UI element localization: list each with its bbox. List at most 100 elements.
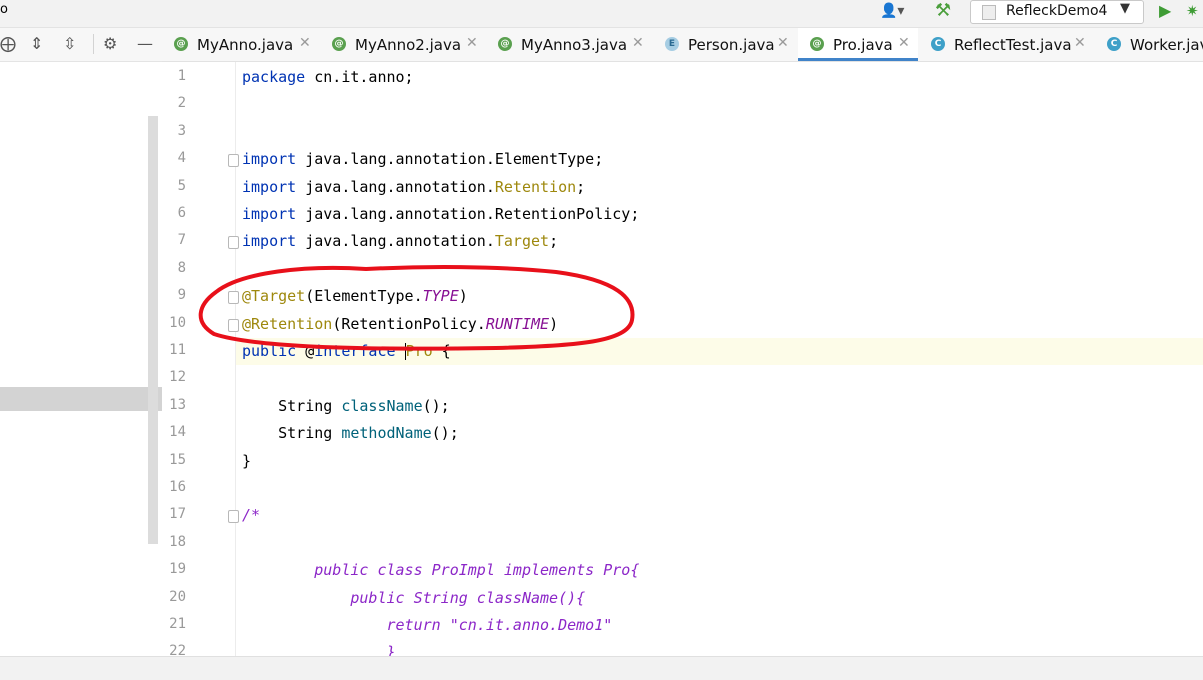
code-token: String xyxy=(242,396,342,415)
close-icon[interactable]: ✕ xyxy=(466,35,478,51)
code-token: ; xyxy=(576,177,586,196)
code-line: import java.lang.annotation.Target; xyxy=(242,228,558,255)
title-bar: o 👤▾ ⚒ RefleckDemo4 ▼ ▶ ✷ xyxy=(0,0,1203,28)
project-toolbar: ⨁ ⇕ ⇳ ⚙ — xyxy=(0,28,162,62)
line-number: 12 xyxy=(169,369,186,386)
class-icon: C xyxy=(1107,37,1121,51)
code-token: } xyxy=(242,643,396,656)
code-token: cn.it.anno; xyxy=(305,68,414,86)
close-icon[interactable]: ✕ xyxy=(299,35,311,51)
close-icon[interactable]: ✕ xyxy=(898,35,910,51)
code-line: } xyxy=(242,639,396,656)
code-line: package cn.it.anno; xyxy=(242,64,414,91)
window-title-fragment: o xyxy=(0,2,8,17)
line-number: 14 xyxy=(169,424,186,441)
tab-label: MyAnno.java xyxy=(197,36,294,54)
code-token: (); xyxy=(422,396,450,415)
line-number: 21 xyxy=(169,616,186,632)
line-number: 3 xyxy=(177,122,186,139)
project-tree-selected-row[interactable] xyxy=(0,387,162,411)
line-number: 6 xyxy=(177,205,186,221)
run-config-label: RefleckDemo4 xyxy=(1006,3,1108,19)
code-token: import xyxy=(242,150,297,169)
code-token: java.lang.annotation.RetentionPolicy; xyxy=(296,205,640,223)
locate-icon[interactable]: ⨁ xyxy=(0,34,16,53)
code-token: (); xyxy=(431,424,459,443)
code-line: import java.lang.annotation.ElementType; xyxy=(242,146,603,173)
collapse-all-icon[interactable]: ⇳ xyxy=(63,34,76,53)
code-token: } xyxy=(242,451,252,470)
gear-icon[interactable]: ⚙ xyxy=(103,34,117,53)
code-line: return "cn.it.anno.Demo1" xyxy=(242,612,612,639)
line-number: 8 xyxy=(177,259,186,276)
annotation-icon: @ xyxy=(174,37,188,51)
code-editor[interactable]: package cn.it.anno; import java.lang.anno… xyxy=(236,62,1203,656)
hammer-icon[interactable]: ⚒ xyxy=(935,0,951,21)
debug-icon[interactable]: ✷ xyxy=(1186,2,1199,20)
code-line: import java.lang.annotation.RetentionPol… xyxy=(242,201,639,228)
tab-pro[interactable]: @ Pro.java ✕ xyxy=(798,28,918,61)
status-bar xyxy=(0,656,1203,680)
code-token: java.lang.annotation.ElementType; xyxy=(296,150,604,169)
enum-icon: E xyxy=(665,37,679,51)
user-icon[interactable]: 👤▾ xyxy=(880,3,904,19)
minimize-icon[interactable]: — xyxy=(137,34,153,53)
code-token: public String className(){ xyxy=(242,588,586,607)
line-number: 10 xyxy=(169,314,186,331)
line-number: 20 xyxy=(169,588,186,605)
code-token: Target xyxy=(494,232,550,251)
code-line: } xyxy=(242,448,251,475)
toolbar-divider xyxy=(93,34,94,54)
code-token: import xyxy=(242,177,297,196)
line-number: 1 xyxy=(177,68,186,84)
close-icon[interactable]: ✕ xyxy=(777,35,789,51)
tab-label: MyAnno3.java xyxy=(521,36,628,54)
run-configuration-dropdown[interactable]: RefleckDemo4 ▼ xyxy=(970,0,1144,24)
annotation-icon: @ xyxy=(498,37,512,51)
line-number: 9 xyxy=(177,287,186,304)
run-icon[interactable]: ▶ xyxy=(1159,1,1171,20)
close-icon[interactable]: ✕ xyxy=(632,35,644,51)
tab-label: ReflectTest.java xyxy=(954,36,1072,54)
editor-gutter[interactable]: 1 2 3 4 5 6 7 8 9 10 11 12 13 14 15 16 17 18 19 20 21 22 xyxy=(162,62,239,659)
code-token: java.lang.annotation. xyxy=(296,177,495,196)
line-number: 11 xyxy=(169,342,186,358)
line-number: 15 xyxy=(169,451,186,468)
tab-label: MyAnno2.java xyxy=(355,36,462,54)
red-circle-annotation xyxy=(198,265,635,351)
code-token: methodName xyxy=(341,424,432,443)
project-panel-scrollbar[interactable] xyxy=(148,116,158,544)
run-config-file-icon xyxy=(982,5,996,20)
code-token: import xyxy=(242,205,297,223)
tab-worker[interactable]: C Worker.java xyxy=(1095,28,1203,61)
code-token: Retention xyxy=(494,177,577,196)
code-line: /* xyxy=(242,502,260,529)
code-token: return "cn.it.anno.Demo1" xyxy=(242,616,613,634)
tab-myanno[interactable]: @ MyAnno.java ✕ xyxy=(162,28,319,61)
code-token: package xyxy=(242,68,306,86)
line-number: 4 xyxy=(177,150,186,167)
close-icon[interactable]: ✕ xyxy=(1074,35,1086,51)
line-number: 13 xyxy=(169,396,186,413)
tab-myanno2[interactable]: @ MyAnno2.java ✕ xyxy=(320,28,485,61)
code-line: public class ProImpl implements Pro{ xyxy=(242,557,639,584)
tab-reflecttest[interactable]: C ReflectTest.java ✕ xyxy=(919,28,1094,61)
code-line: import java.lang.annotation.Retention; xyxy=(242,174,585,201)
annotation-icon: @ xyxy=(810,37,824,51)
class-icon: C xyxy=(931,37,945,51)
line-number: 18 xyxy=(169,533,186,550)
tab-myanno3[interactable]: @ MyAnno3.java ✕ xyxy=(486,28,652,61)
code-token: public class ProImpl implements Pro{ xyxy=(242,561,640,580)
code-token: String xyxy=(242,424,342,443)
tab-person[interactable]: E Person.java ✕ xyxy=(653,28,797,61)
chevron-down-icon: ▼ xyxy=(1120,1,1130,16)
code-token: ; xyxy=(549,232,559,251)
editor-tab-bar: @ MyAnno.java ✕ @ MyAnno2.java ✕ @ MyAnn… xyxy=(162,28,1203,62)
line-number: 5 xyxy=(177,177,186,194)
tab-label: Person.java xyxy=(688,36,775,54)
line-number: 7 xyxy=(177,232,186,249)
line-number: 19 xyxy=(169,561,186,578)
expand-all-icon[interactable]: ⇕ xyxy=(30,34,43,53)
line-number: 16 xyxy=(169,479,186,495)
code-line: String className(); xyxy=(242,393,450,420)
